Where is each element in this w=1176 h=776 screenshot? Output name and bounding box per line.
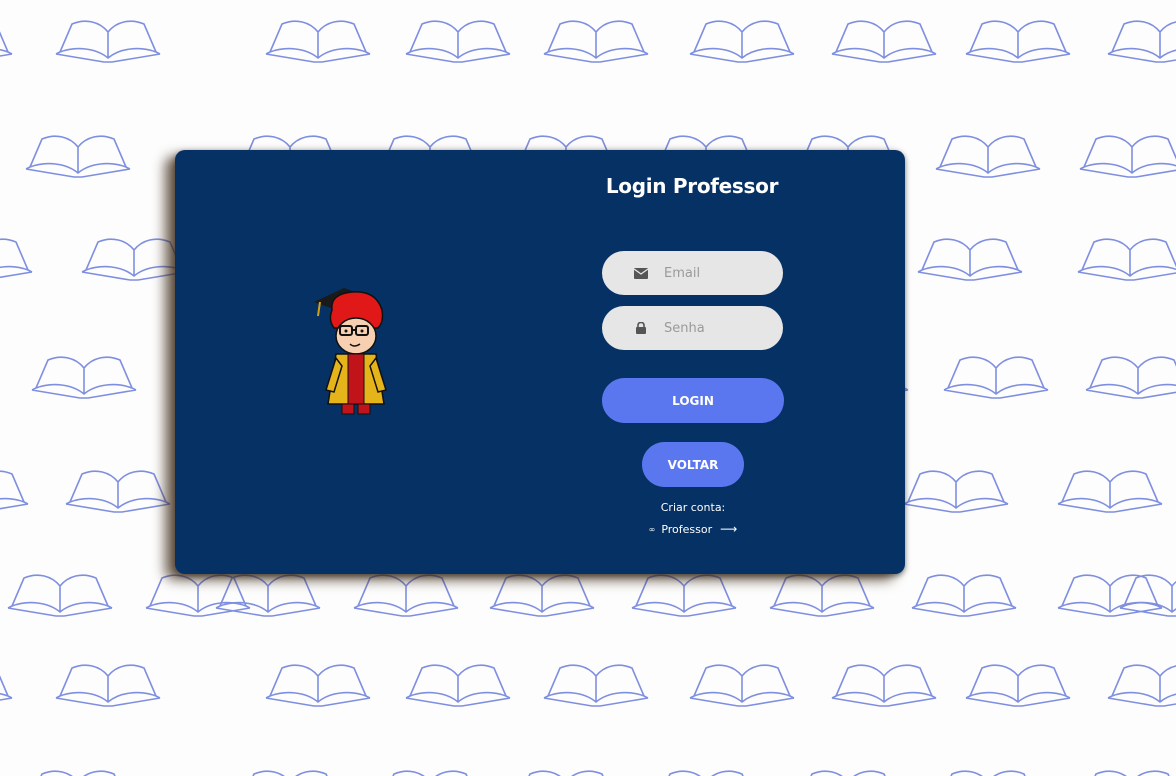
- open-book-icon: [489, 574, 595, 617]
- email-input[interactable]: [662, 264, 776, 282]
- open-book-icon: [831, 20, 937, 63]
- open-book-icon: [631, 574, 737, 617]
- open-book-icon: [668, 770, 744, 776]
- open-book-icon: [769, 574, 875, 617]
- open-book-icon: [0, 238, 33, 279]
- open-book-icon: [392, 770, 468, 776]
- open-book-icon: [1107, 664, 1176, 707]
- open-book-icon: [65, 470, 171, 513]
- open-book-icon: [265, 20, 371, 63]
- open-book-icon: [25, 135, 131, 178]
- open-book-icon: [965, 664, 1071, 707]
- open-book-icon: [1057, 574, 1163, 617]
- password-field[interactable]: [602, 306, 783, 350]
- login-card: [175, 150, 905, 574]
- password-input[interactable]: [662, 319, 776, 337]
- create-professor-link-label: Professor: [661, 522, 713, 536]
- open-book-icon: [1057, 470, 1163, 513]
- page-title: Login Professor: [605, 174, 779, 198]
- open-book-icon: [965, 20, 1071, 63]
- open-book-icon: [55, 20, 161, 63]
- create-account-label: Criar conta:: [660, 501, 726, 514]
- lock-icon: [634, 321, 648, 335]
- email-field[interactable]: [602, 251, 783, 295]
- open-book-icon: [689, 664, 795, 707]
- open-book-icon: [405, 664, 511, 707]
- open-book-icon: [543, 664, 649, 707]
- open-book-icon: [943, 356, 1049, 399]
- open-book-icon: [252, 770, 328, 776]
- open-book-icon: [917, 238, 1023, 281]
- graduate-mascot-icon: [314, 288, 387, 415]
- open-book-icon: [0, 675, 13, 701]
- open-book-icon: [31, 356, 137, 399]
- open-book-icon: [1079, 135, 1176, 178]
- open-book-icon: [0, 470, 29, 510]
- arrow-right-icon: ⟶: [720, 522, 738, 536]
- open-book-icon: [903, 470, 1009, 513]
- open-book-icon: [55, 664, 161, 707]
- infinity-icon: ∞: [648, 524, 656, 534]
- open-book-icon: [405, 20, 511, 63]
- login-button[interactable]: LOGIN: [602, 378, 784, 423]
- open-book-icon: [810, 770, 886, 776]
- open-book-icon: [40, 770, 116, 776]
- open-book-icon: [1085, 356, 1176, 399]
- open-book-icon: [1077, 238, 1176, 281]
- open-book-icon: [831, 664, 937, 707]
- back-button[interactable]: VOLTAR: [642, 442, 744, 487]
- create-professor-account-link[interactable]: ∞ Professor ⟶: [602, 522, 784, 536]
- open-book-icon: [1107, 20, 1176, 63]
- envelope-icon: [634, 266, 648, 280]
- open-book-icon: [215, 574, 321, 617]
- open-book-icon: [689, 20, 795, 63]
- open-book-icon: [265, 664, 371, 707]
- open-book-icon: [1094, 770, 1170, 776]
- open-book-icon: [543, 20, 649, 63]
- open-book-icon: [145, 574, 251, 617]
- open-book-icon: [81, 238, 187, 281]
- open-book-icon: [353, 574, 459, 617]
- open-book-icon: [911, 574, 1017, 617]
- open-book-icon: [528, 770, 604, 776]
- open-book-icon: [7, 574, 113, 617]
- open-book-icon: [950, 770, 1026, 776]
- open-book-icon: [0, 31, 13, 57]
- open-book-icon: [935, 135, 1041, 178]
